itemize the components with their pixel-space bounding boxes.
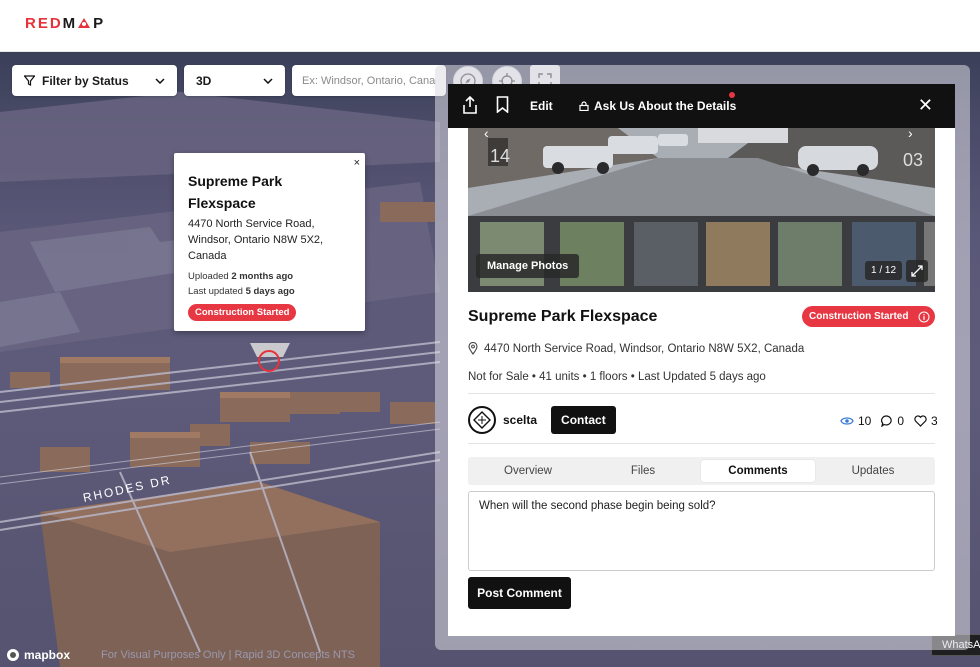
ask-details-button[interactable]: Ask Us About the Details [579,99,736,113]
svg-text:›: › [908,128,913,141]
property-popup[interactable]: × Supreme Park Flexspace 4470 North Serv… [174,153,365,331]
contact-button[interactable]: Contact [551,406,616,434]
filter-label: Filter by Status [42,73,129,88]
property-marker[interactable] [247,343,293,378]
comments-count: 0 [897,414,905,428]
owner-row: scelta Contact [468,406,616,434]
likes-count: 3 [931,414,938,428]
property-meta: Not for Sale • 41 units • 1 floors • Las… [468,371,766,383]
location-pin-icon [468,342,478,355]
map-pin-icon [78,17,92,30]
views-count: 10 [858,414,872,428]
photo-thumbnail[interactable] [706,222,770,286]
filter-by-status-dropdown[interactable]: Filter by Status [12,65,177,96]
comment-icon[interactable] [881,415,893,427]
updated-prefix: Last updated [188,286,243,297]
logo-text-p: P [93,15,106,32]
details-tabs: Overview Files Comments Updates [468,457,935,485]
property-details-panel: Edit Ask Us About the Details ✕ 14 03 ‹ … [448,84,955,636]
info-icon [918,311,930,322]
photo-thumbnail[interactable] [778,222,842,286]
manage-photos-button[interactable]: Manage Photos [476,254,580,278]
eye-icon [840,417,854,425]
mapbox-attribution[interactable]: mapbox [6,648,70,662]
comment-input[interactable]: When will the second phase begin being s… [468,491,935,571]
divider [468,443,935,444]
hero-photo[interactable]: 14 03 ‹ › [468,128,935,216]
status-label: Construction Started [809,311,909,322]
property-address-text: 4470 North Service Road, Windsor, Ontari… [484,342,805,355]
heart-icon[interactable] [914,415,927,427]
logo-text-red: RED [25,15,63,32]
owner-logo-icon [473,411,491,429]
post-comment-button[interactable]: Post Comment [468,577,571,609]
popup-address-line: Canada [188,250,227,262]
svg-text:‹: ‹ [484,128,489,141]
panel-toolbar: Edit Ask Us About the Details ✕ [448,84,955,128]
tab-updates[interactable]: Updates [816,460,930,482]
panel-close-button[interactable]: ✕ [918,95,933,116]
edit-button[interactable]: Edit [530,99,553,113]
logo-text-m: M [62,15,78,32]
svg-text:03: 03 [903,150,923,170]
bookmark-icon[interactable] [496,96,509,113]
share-icon[interactable] [462,96,478,114]
redmap-logo[interactable]: RED M P [25,15,105,32]
mapbox-logo-icon [7,649,19,661]
top-bar: RED M P [0,0,980,52]
popup-title-line: Flexspace [188,195,256,211]
view-mode-dropdown[interactable]: 3D [184,65,285,96]
expand-photo-button[interactable] [906,260,928,282]
popup-title: Supreme Park Flexspace [188,170,351,214]
chevron-down-icon [263,77,273,84]
popup-meta: Uploaded 2 months ago Last updated 5 day… [188,269,351,299]
ask-details-label: Ask Us About the Details [594,99,737,113]
expand-icon [911,265,923,277]
tab-overview[interactable]: Overview [471,460,585,482]
property-address: 4470 North Service Road, Windsor, Ontari… [468,342,804,355]
status-badge[interactable]: Construction Started [802,306,935,327]
tab-comments[interactable]: Comments [701,460,815,482]
chevron-down-icon [155,77,165,84]
updated-value: 5 days ago [245,286,295,297]
popup-address: 4470 North Service Road, Windsor, Ontari… [188,216,351,264]
owner-name[interactable]: scelta [503,413,537,427]
notification-dot [729,92,735,98]
svg-text:14: 14 [490,146,510,166]
tab-files[interactable]: Files [586,460,700,482]
popup-address-line: Windsor, Ontario N8W 5X2, [188,234,324,246]
status-badge: Construction Started [188,304,297,321]
view-mode-label: 3D [196,73,212,88]
popup-address-line: 4470 North Service Road, [188,218,315,230]
filter-icon [24,75,35,86]
photo-thumbnail-strip[interactable]: Manage Photos 1 / 12 [468,216,935,292]
divider [468,393,935,394]
popup-close-button[interactable]: × [354,157,360,169]
engagement-stats: 10 0 3 [840,414,938,428]
location-search-input[interactable] [302,74,436,87]
property-title: Supreme Park Flexspace [468,308,658,325]
hero-photo-image: 14 03 ‹ › [468,128,935,216]
photo-thumbnail[interactable] [634,222,698,286]
map-disclaimer: For Visual Purposes Only | Rapid 3D Conc… [101,649,355,661]
photo-counter: 1 / 12 [865,261,903,280]
location-search[interactable] [292,65,446,96]
lock-icon [579,101,589,111]
popup-title-line: Supreme Park [188,173,283,189]
uploaded-prefix: Uploaded [188,271,229,282]
mapbox-text: mapbox [24,648,71,662]
uploaded-value: 2 months ago [231,271,294,282]
avatar[interactable] [468,406,496,434]
